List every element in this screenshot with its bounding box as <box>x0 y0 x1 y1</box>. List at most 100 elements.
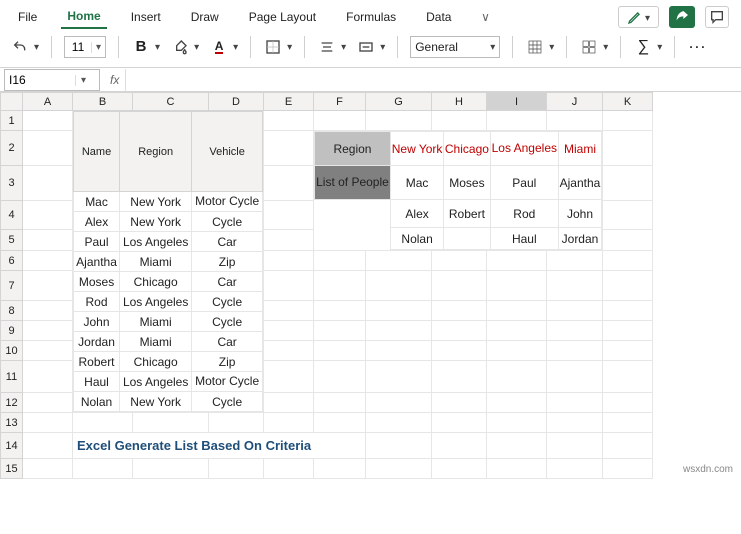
row-header[interactable]: 5 <box>1 230 23 251</box>
cell[interactable]: Motor Cycle <box>192 192 263 212</box>
grid[interactable]: A B C D E F G H I J K 1 Name Region Vehi… <box>0 92 653 479</box>
comments-button[interactable] <box>705 6 729 28</box>
cell[interactable] <box>444 228 490 250</box>
borders-dropdown-icon[interactable]: ▾ <box>287 42 292 53</box>
toolbar-overflow-button[interactable]: ··· <box>687 36 709 58</box>
row-header[interactable]: 12 <box>1 393 23 413</box>
column-header[interactable]: F <box>314 93 366 111</box>
row-header[interactable]: 6 <box>1 251 23 271</box>
select-all-corner[interactable] <box>1 93 23 111</box>
fx-icon[interactable]: fx <box>104 73 125 87</box>
cell[interactable]: Miami <box>120 252 192 272</box>
cell[interactable]: New York <box>120 192 192 212</box>
cell[interactable]: New York <box>120 392 192 412</box>
cell[interactable]: Robert <box>74 352 120 372</box>
cell[interactable]: Cycle <box>192 392 263 412</box>
column-header[interactable]: E <box>264 93 314 111</box>
cell[interactable]: Alex <box>390 200 443 228</box>
tab-home[interactable]: Home <box>61 5 106 29</box>
row-header[interactable]: 14 <box>1 433 23 459</box>
undo-button[interactable] <box>10 36 30 58</box>
cf-dropdown-icon[interactable]: ▾ <box>549 42 554 53</box>
row-header[interactable]: 15 <box>1 459 23 479</box>
conditional-formatting-button[interactable] <box>525 36 545 58</box>
font-size-field[interactable] <box>65 39 91 55</box>
cell[interactable]: Robert <box>444 200 490 228</box>
cell[interactable]: Chicago <box>120 352 192 372</box>
cell[interactable]: Ajantha <box>74 252 120 272</box>
editing-mode-button[interactable]: ▾ <box>618 6 659 28</box>
name-box[interactable]: ▾ <box>4 69 100 91</box>
cell[interactable]: Jordan <box>74 332 120 352</box>
cell[interactable]: Car <box>192 272 263 292</box>
merge-dropdown-icon[interactable]: ▾ <box>380 42 385 53</box>
font-size-input[interactable]: ▾ <box>64 36 106 58</box>
row-header[interactable]: 11 <box>1 361 23 393</box>
column-header[interactable]: H <box>432 93 487 111</box>
cell[interactable]: Zip <box>192 252 263 272</box>
cell[interactable]: New York <box>120 212 192 232</box>
cell[interactable]: Rod <box>490 200 558 228</box>
cell[interactable]: Cycle <box>192 312 263 332</box>
cell[interactable]: John <box>559 200 602 228</box>
formula-input[interactable] <box>125 69 741 91</box>
bold-button[interactable]: B <box>131 36 151 58</box>
cell[interactable]: Car <box>192 332 263 352</box>
column-header[interactable]: K <box>603 93 653 111</box>
cell[interactable]: Paul <box>74 232 120 252</box>
cell[interactable]: Los Angeles <box>120 232 192 252</box>
cell[interactable]: Haul <box>490 228 558 250</box>
column-header[interactable]: I <box>487 93 547 111</box>
cell[interactable]: Haul <box>74 372 120 392</box>
name-box-input[interactable] <box>5 73 75 87</box>
cell[interactable]: Nolan <box>74 392 120 412</box>
font-size-dropdown-icon[interactable]: ▾ <box>91 42 105 53</box>
column-header[interactable]: B <box>73 93 133 111</box>
cell[interactable]: Paul <box>490 166 558 200</box>
cell[interactable]: Miami <box>120 332 192 352</box>
fill-color-button[interactable] <box>170 36 190 58</box>
autosum-dropdown-icon[interactable]: ▾ <box>657 42 662 53</box>
cell[interactable]: Mac <box>390 166 443 200</box>
row-header[interactable]: 10 <box>1 341 23 361</box>
row-header[interactable]: 3 <box>1 166 23 201</box>
name-box-dropdown-icon[interactable]: ▾ <box>75 75 91 86</box>
tab-page-layout[interactable]: Page Layout <box>243 6 322 28</box>
fill-color-dropdown-icon[interactable]: ▾ <box>194 42 199 53</box>
tab-file[interactable]: File <box>12 6 43 28</box>
worksheet[interactable]: A B C D E F G H I J K 1 Name Region Vehi… <box>0 92 741 479</box>
font-color-button[interactable]: A <box>209 36 229 58</box>
row-header[interactable]: 4 <box>1 201 23 230</box>
column-header[interactable]: G <box>366 93 432 111</box>
align-dropdown-icon[interactable]: ▾ <box>341 42 346 53</box>
cell[interactable]: Cycle <box>192 292 263 312</box>
cell[interactable]: Ajantha <box>559 166 602 200</box>
column-header[interactable]: D <box>209 93 264 111</box>
cell[interactable]: Miami <box>120 312 192 332</box>
row-header[interactable]: 7 <box>1 271 23 301</box>
tab-data[interactable]: Data <box>420 6 457 28</box>
row-header[interactable]: 2 <box>1 131 23 166</box>
row-header[interactable]: 1 <box>1 111 23 131</box>
borders-button[interactable] <box>263 36 283 58</box>
column-header[interactable]: C <box>133 93 209 111</box>
tab-draw[interactable]: Draw <box>185 6 225 28</box>
tab-formulas[interactable]: Formulas <box>340 6 402 28</box>
ribbon-more-icon[interactable]: ∨ <box>475 6 495 28</box>
cell[interactable]: Zip <box>192 352 263 372</box>
column-header[interactable]: J <box>547 93 603 111</box>
merge-button[interactable] <box>356 36 376 58</box>
cell[interactable]: Los Angeles <box>120 292 192 312</box>
font-more-dropdown-icon[interactable]: ▾ <box>155 42 160 53</box>
cell[interactable]: Nolan <box>390 228 443 250</box>
column-header[interactable]: A <box>23 93 73 111</box>
cell[interactable]: Alex <box>74 212 120 232</box>
cell[interactable]: Jordan <box>559 228 602 250</box>
cells-button[interactable] <box>579 36 599 58</box>
cell[interactable]: Rod <box>74 292 120 312</box>
autosum-button[interactable]: ∑ <box>633 36 653 58</box>
cell[interactable]: Moses <box>444 166 490 200</box>
cell[interactable]: Moses <box>74 272 120 292</box>
share-button[interactable] <box>669 6 695 28</box>
row-header[interactable]: 8 <box>1 301 23 321</box>
